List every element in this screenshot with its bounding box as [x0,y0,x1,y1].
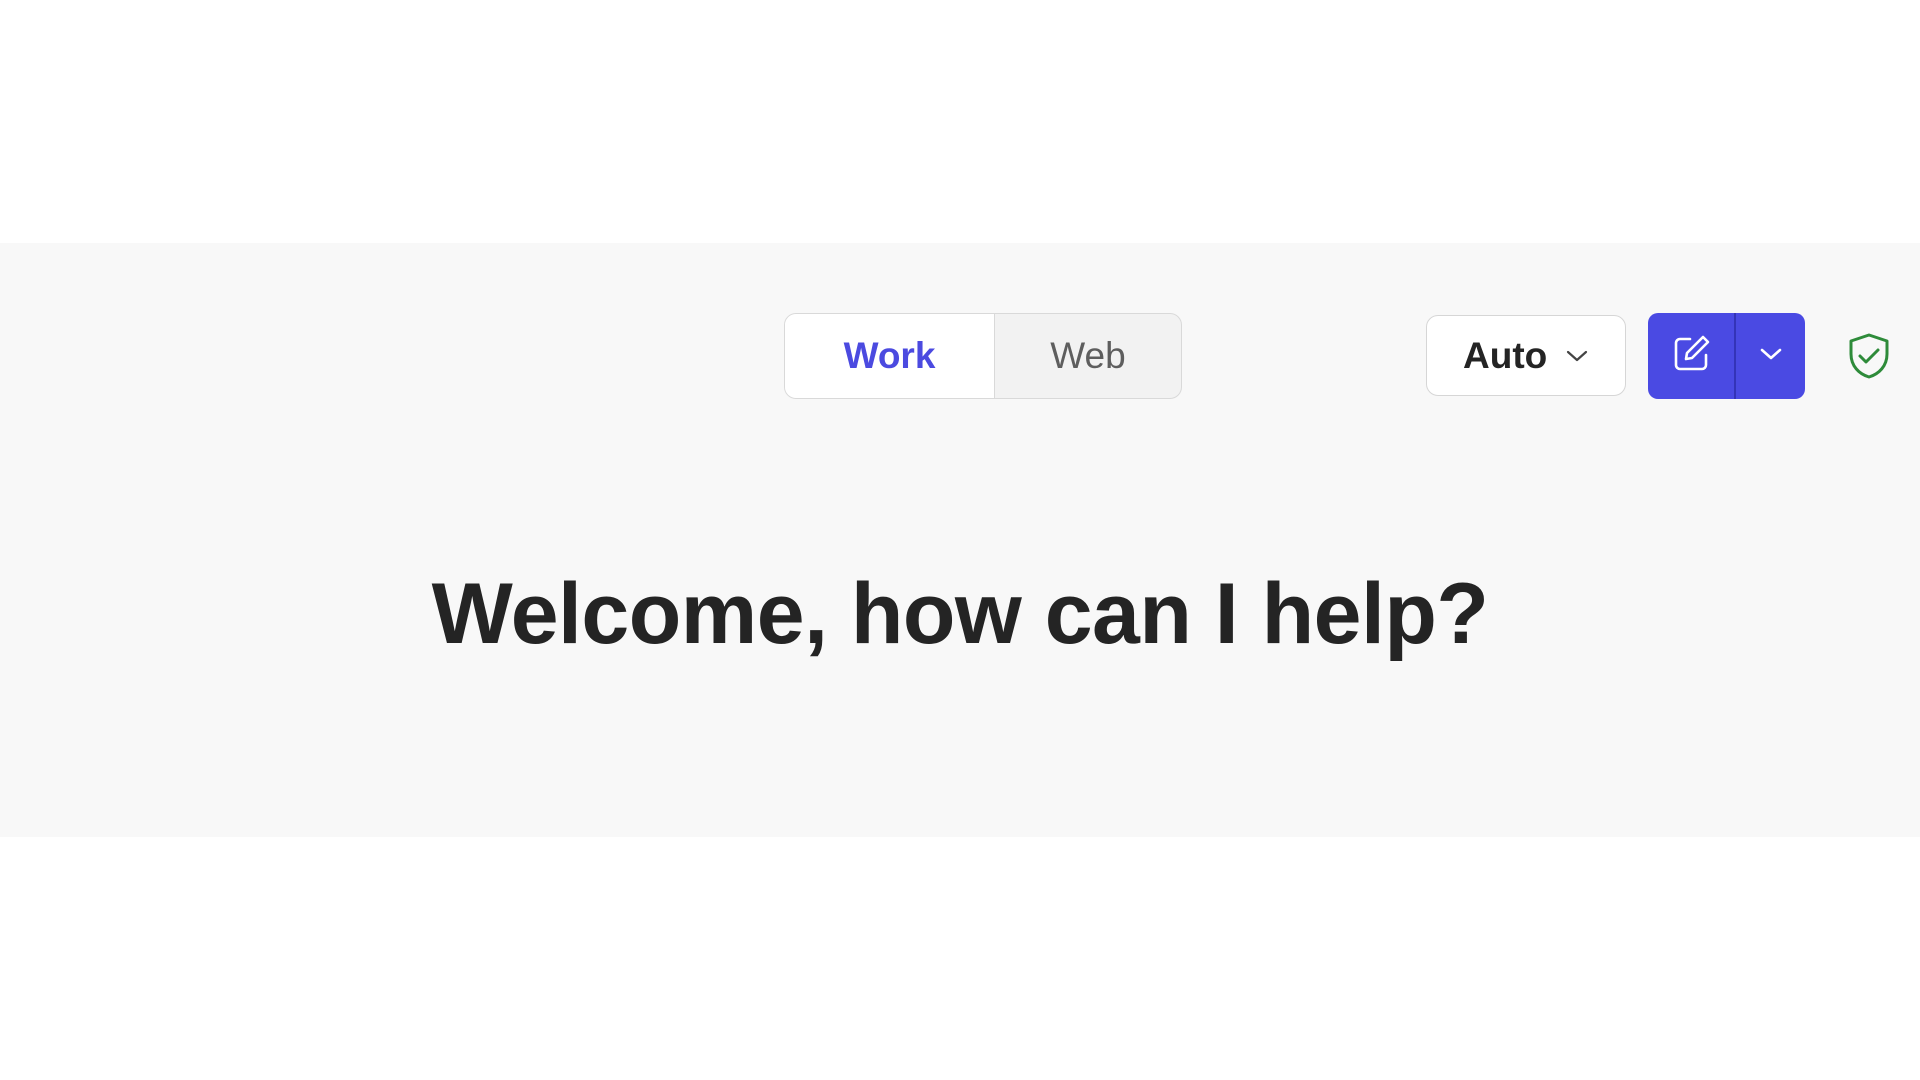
welcome-heading: Welcome, how can I help? [431,566,1489,662]
new-chat-options-button[interactable] [1736,313,1805,399]
compose-icon [1670,333,1712,380]
tab-work[interactable]: Work [785,314,995,398]
chevron-down-icon [1759,347,1783,366]
shield-check-icon[interactable] [1846,332,1892,380]
new-chat-button[interactable] [1648,313,1736,399]
tab-web[interactable]: Web [995,314,1181,398]
mode-toggle: Work Web [784,313,1182,399]
model-select[interactable]: Auto [1426,315,1626,396]
new-chat-split-button [1648,313,1805,399]
chevron-down-icon [1563,342,1591,370]
model-select-value: Auto [1463,334,1548,376]
